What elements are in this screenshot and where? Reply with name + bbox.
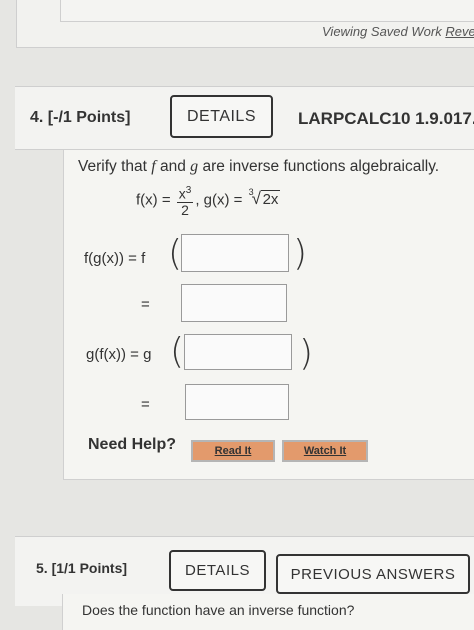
f-definition-lhs: f(x) =	[136, 191, 175, 209]
watch-it-button[interactable]: Watch It	[282, 440, 368, 462]
f-fraction: x3 2	[176, 183, 194, 218]
details-button-label: DETAILS	[187, 107, 256, 125]
revert-link[interactable]: Reve	[445, 24, 474, 39]
gf-equals: =	[141, 396, 150, 413]
function-definitions: f(x) = x3 2 , g(x) = 3 √ 2x	[136, 183, 281, 218]
question-number: 4.	[30, 109, 44, 126]
previous-question-inner	[60, 0, 474, 22]
fg-inner-input[interactable]	[181, 234, 289, 272]
viewing-saved-work-text: Viewing Saved Work Reve	[322, 24, 474, 39]
previous-answers-button[interactable]: PREVIOUS ANSWERS	[276, 554, 470, 594]
gf-inner-input[interactable]	[184, 334, 292, 370]
question-number: 5.	[36, 560, 48, 576]
saved-work-label: Viewing Saved Work	[322, 24, 446, 39]
read-it-button[interactable]: Read It	[191, 440, 275, 462]
prompt-text-2: and	[155, 158, 191, 175]
gf-result-input[interactable]	[185, 384, 289, 420]
fg-open-paren: (	[168, 233, 183, 274]
gf-close-paren: )	[299, 333, 314, 374]
question-points: [1/1 Points]	[51, 560, 128, 576]
details-button[interactable]: DETAILS	[170, 95, 273, 138]
f-denominator: 2	[181, 201, 189, 218]
gf-open-paren: (	[170, 331, 185, 372]
f-numerator-base: x	[178, 185, 186, 202]
fg-equals: =	[141, 296, 150, 313]
question-5-title: 5. [1/1 Points]	[36, 560, 127, 576]
f-numerator-exponent: 3	[185, 185, 192, 196]
prompt-text-3: are inverse functions algebraically.	[198, 158, 440, 175]
fg-close-paren: )	[293, 233, 308, 274]
details-button[interactable]: DETAILS	[169, 550, 266, 591]
radical-icon: √	[251, 189, 261, 209]
question-code: LARPCALC10 1.9.017.	[298, 109, 474, 128]
prompt-text-1: Verify that	[78, 158, 152, 175]
gf-label: g(f(x)) = g	[86, 346, 152, 363]
fg-label: f(g(x)) = f	[84, 250, 146, 267]
cube-root: 3 √ 2x	[247, 187, 281, 209]
fg-result-input[interactable]	[181, 284, 287, 322]
details-button-label: DETAILS	[185, 562, 250, 579]
question-5-prompt: Does the function have an inverse functi…	[82, 602, 355, 618]
previous-answers-label: PREVIOUS ANSWERS	[290, 565, 456, 583]
question-prompt: Verify that f and g are inverse function…	[78, 158, 439, 176]
g-definition-lhs: , g(x) =	[195, 191, 247, 209]
question-4-title: 4. [-/1 Points]	[30, 109, 130, 127]
question-points: [-/1 Points]	[47, 109, 131, 126]
question-4-body: Verify that f and g are inverse function…	[63, 150, 474, 480]
prompt-g: g	[190, 158, 199, 175]
need-help-label: Need Help?	[88, 436, 177, 453]
radicand: 2x	[260, 190, 281, 209]
